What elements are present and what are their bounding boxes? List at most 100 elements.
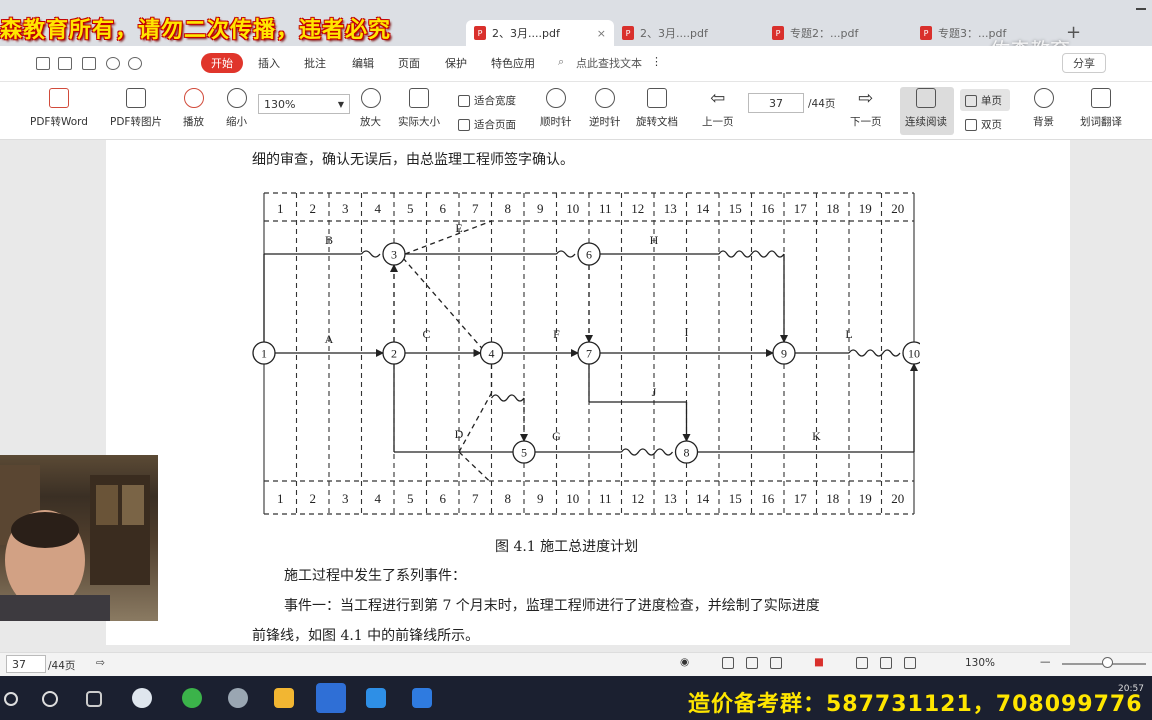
double-view-icon[interactable] xyxy=(770,657,786,669)
fullscreen-icon[interactable] xyxy=(880,657,896,669)
file-explorer-icon[interactable] xyxy=(274,688,294,708)
tool-label: 放大 xyxy=(360,116,381,128)
month-label: 20 xyxy=(891,491,904,506)
menu-annotate[interactable]: 批注 xyxy=(304,55,326,71)
task-view-icon[interactable] xyxy=(86,691,102,707)
fit-icon[interactable] xyxy=(856,657,872,669)
page-input[interactable]: 37 xyxy=(748,93,804,113)
event-node-label: 7 xyxy=(586,347,592,361)
double-page-label: 双页 xyxy=(981,119,1002,131)
tool-label: 划词翻译 xyxy=(1080,116,1122,128)
month-label: 8 xyxy=(505,201,512,216)
dummy-arrow xyxy=(458,451,492,484)
single-page-icon xyxy=(965,94,977,107)
open-icon[interactable] xyxy=(36,57,50,70)
wps-icon[interactable] xyxy=(316,683,346,713)
zoom-in-icon xyxy=(360,88,381,108)
share-button[interactable]: 分享 xyxy=(1062,53,1106,73)
pdf-to-word-icon xyxy=(48,88,69,108)
pdf-icon: P xyxy=(622,26,634,40)
app-icon[interactable] xyxy=(132,688,152,708)
status-page-input[interactable]: 37 xyxy=(6,655,46,673)
activity-label: F xyxy=(553,327,560,341)
continuous-read-button[interactable]: 连续阅读 xyxy=(905,88,947,129)
close-icon[interactable]: × xyxy=(597,27,606,40)
app-icon[interactable] xyxy=(412,688,432,708)
month-label: 18 xyxy=(826,491,839,506)
prev-page-button[interactable]: ⇦ 上一页 xyxy=(702,88,734,129)
clock: 20:57 xyxy=(1118,684,1144,694)
tool-label: PDF转Word xyxy=(30,116,88,128)
month-label: 3 xyxy=(342,491,349,506)
next-page-button[interactable]: ⇨ 下一页 xyxy=(850,88,882,129)
cortana-icon[interactable] xyxy=(42,691,58,707)
dummy-arrow xyxy=(404,220,492,255)
pdf-to-image-button[interactable]: PDF转图片 xyxy=(110,88,162,129)
actual-size-button[interactable]: 实际大小 xyxy=(398,88,440,129)
tool-label: 旋转文档 xyxy=(636,116,678,128)
double-page-button[interactable]: 双页 xyxy=(965,117,1002,132)
menu-protect[interactable]: 保护 xyxy=(445,55,467,71)
minimize-icon[interactable] xyxy=(1136,8,1146,10)
arrow-left-icon: ⇦ xyxy=(710,88,726,109)
moon-icon xyxy=(1033,88,1054,108)
tool-label: 播放 xyxy=(183,116,204,128)
redo-icon[interactable] xyxy=(128,57,142,70)
menu-features[interactable]: 特色应用 xyxy=(491,55,535,71)
search-icon[interactable]: ⌕ xyxy=(558,55,564,69)
print-icon[interactable] xyxy=(82,57,96,70)
fit-page-button[interactable]: 适合页面 xyxy=(458,117,516,132)
tab-label: 2、3月....pdf xyxy=(640,27,708,40)
save-icon[interactable] xyxy=(58,57,72,70)
zoom-select[interactable]: 130% ▼ xyxy=(258,94,350,114)
month-label: 4 xyxy=(375,201,382,216)
zoom-out-icon[interactable]: — xyxy=(1040,656,1051,668)
tab-label: 专题2：...pdf xyxy=(790,27,859,40)
paragraph: 事件一：当工程进行到第 7 个月末时，监理工程师进行了进度检查，并绘制了实际进度 xyxy=(284,598,820,614)
single-page-button[interactable]: 单页 xyxy=(965,93,1002,108)
tab-document-2[interactable]: P 2、3月....pdf xyxy=(614,20,762,46)
event-node-label: 3 xyxy=(391,248,397,262)
expand-icon[interactable] xyxy=(904,657,920,669)
menu-page[interactable]: 页面 xyxy=(398,55,420,71)
status-zoom: 130% xyxy=(965,657,996,669)
rotate-ccw-button[interactable]: 逆时针 xyxy=(589,88,621,129)
pdf-icon: P xyxy=(920,26,932,40)
view-mode-icon[interactable] xyxy=(722,657,738,669)
menu-start[interactable]: 开始 xyxy=(201,53,243,73)
tab-document-1[interactable]: P 2、3月....pdf × xyxy=(466,20,614,46)
rotate-clockwise-icon xyxy=(545,88,566,108)
fit-width-button[interactable]: 适合宽度 xyxy=(458,93,516,108)
rotate-cw-button[interactable]: 顺时针 xyxy=(540,88,572,129)
month-label: 16 xyxy=(761,491,775,506)
zoom-out-button[interactable]: 缩小 xyxy=(226,88,247,129)
translate-button[interactable]: 划词翻译 xyxy=(1080,88,1122,129)
tab-document-3[interactable]: P 专题2：...pdf xyxy=(764,20,912,46)
eye-icon[interactable]: ◉ xyxy=(680,656,689,668)
play-button[interactable]: 播放 xyxy=(183,88,204,129)
browser-icon[interactable] xyxy=(182,688,202,708)
text-line: 细的审查，确认无误后，由总监理工程师签字确认。 xyxy=(252,152,574,168)
pdf-to-word-button[interactable]: PDF转Word xyxy=(30,88,88,129)
webcam-video xyxy=(0,455,158,621)
month-label: 3 xyxy=(342,201,349,216)
undo-icon[interactable] xyxy=(106,57,120,70)
rotate-document-button[interactable]: 旋转文档 xyxy=(636,88,678,129)
background-button[interactable]: 背景 xyxy=(1033,88,1054,129)
fit-width-label: 适合宽度 xyxy=(474,95,516,107)
play-icon[interactable]: ■ xyxy=(814,656,824,668)
single-view-icon[interactable] xyxy=(746,657,762,669)
status-page-total: /44页 xyxy=(48,660,76,672)
network-diagram: 1122334455667788991010111112121313141415… xyxy=(252,192,920,515)
search-icon[interactable] xyxy=(4,692,18,706)
app-icon[interactable] xyxy=(228,688,248,708)
goto-icon[interactable]: ⇨ xyxy=(96,657,105,669)
tool-label: 实际大小 xyxy=(398,116,440,128)
search-field[interactable]: 点此查找文本 xyxy=(576,55,642,71)
menu-edit[interactable]: 编辑 xyxy=(352,55,374,71)
zoom-slider-thumb[interactable] xyxy=(1102,657,1113,668)
app-icon[interactable] xyxy=(366,688,386,708)
more-icon[interactable]: ⋮ xyxy=(651,55,662,68)
zoom-in-button[interactable]: 放大 xyxy=(360,88,381,129)
menu-insert[interactable]: 插入 xyxy=(258,55,280,71)
